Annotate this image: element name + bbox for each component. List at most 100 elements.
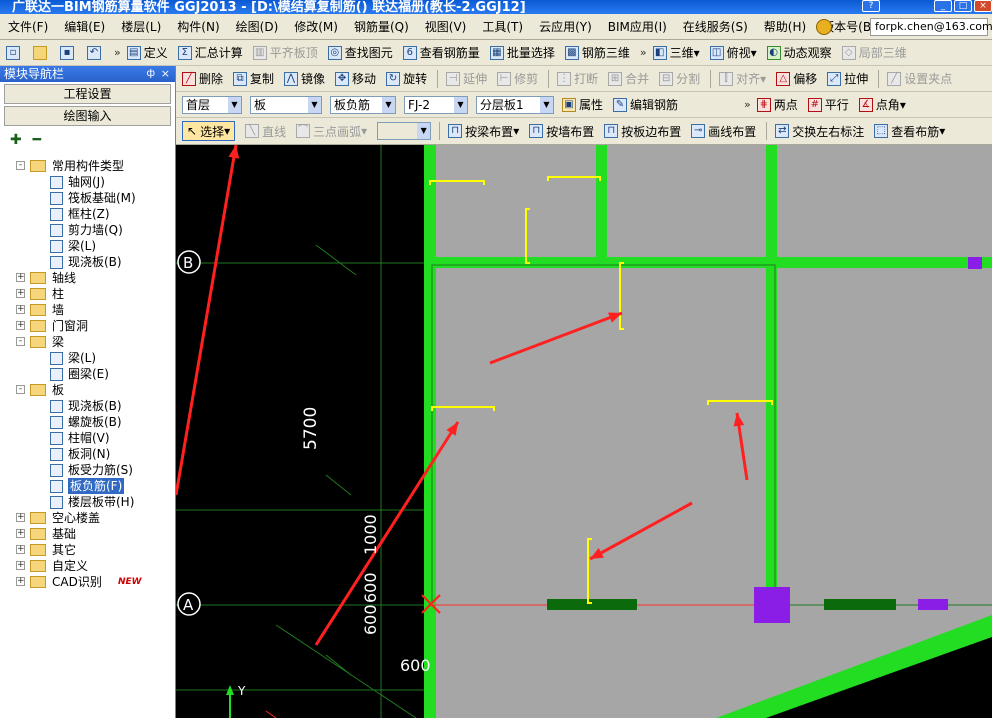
break-button[interactable]: ⋮ 打断 <box>557 70 598 87</box>
mirror-button[interactable]: ⋀ 镜像 <box>284 70 325 87</box>
menu-edit[interactable]: 编辑(E) <box>64 18 105 35</box>
define-button[interactable]: ▤ 定义 <box>126 44 168 61</box>
draw-line-layout-button[interactable]: ⊸ 画线布置 <box>691 123 756 140</box>
project-settings-button[interactable]: 工程设置 <box>4 84 171 104</box>
category-select[interactable]: 板 ▼ <box>250 95 322 114</box>
by-slab-edge-button[interactable]: ⊓ 按板边布置 <box>604 123 681 140</box>
tree-item[interactable]: 柱帽(V) <box>0 430 170 446</box>
offset-button[interactable]: △ 偏移 <box>776 70 817 87</box>
tree-item[interactable]: 板洞(N) <box>0 446 170 462</box>
collapse-icon[interactable]: - <box>16 161 25 170</box>
menu-component[interactable]: 构件(N) <box>177 18 219 35</box>
drawing-input-button[interactable]: 绘图输入 <box>4 106 171 126</box>
menu-modify[interactable]: 修改(M) <box>294 18 338 35</box>
floor-select[interactable]: 首层 ▼ <box>182 95 242 114</box>
menu-floor[interactable]: 楼层(L) <box>121 18 161 35</box>
account-field[interactable]: forpk.chen@163.com <box>870 18 992 36</box>
open-file-button[interactable] <box>33 45 50 60</box>
tree-item[interactable]: + 柱 <box>0 286 170 302</box>
menu-view[interactable]: 视图(V) <box>425 18 467 35</box>
tree-item[interactable]: 螺旋板(B) <box>0 414 170 430</box>
tree-item[interactable]: + 轴线 <box>0 270 170 286</box>
tree-item[interactable]: + 空心楼盖 <box>0 510 170 526</box>
property-button[interactable]: ▣ 属性 <box>562 96 603 113</box>
menu-tools[interactable]: 工具(T) <box>482 18 523 35</box>
collapse-icon[interactable]: - <box>16 385 25 394</box>
menu-cloud[interactable]: 云应用(Y) <box>539 18 592 35</box>
move-button[interactable]: ✥ 移动 <box>335 70 376 87</box>
tree-item[interactable]: 现浇板(B) <box>0 254 170 270</box>
menu-rebar-quantity[interactable]: 钢筋量(Q) <box>354 18 409 35</box>
local-3d-button[interactable]: ◇ 局部三维 <box>841 44 907 61</box>
menu-bim[interactable]: BIM应用(I) <box>608 18 667 35</box>
expand-icon[interactable]: + <box>16 289 25 298</box>
close-icon[interactable]: × <box>161 66 170 82</box>
dynamic-observe-button[interactable]: ◐ 动态观察 <box>766 44 832 61</box>
expand-icon[interactable]: + <box>16 545 25 554</box>
close-icon[interactable]: × <box>974 0 992 12</box>
smiley-icon[interactable] <box>816 19 832 35</box>
tree-item[interactable]: + 自定义 <box>0 558 170 574</box>
align-button[interactable]: ⫿ 对齐 ▾ <box>719 70 766 87</box>
arc-button[interactable]: ⌒ 三点画弧 ▾ <box>296 123 367 140</box>
tree-item[interactable]: 剪力墙(Q) <box>0 222 170 238</box>
menu-file[interactable]: 文件(F) <box>8 18 48 35</box>
3d-view-button[interactable]: ◧ 三维 ▾ <box>652 44 700 61</box>
chevron-right-icon[interactable]: » <box>744 98 751 111</box>
expand-icon[interactable]: + <box>16 305 25 314</box>
parallel-button[interactable]: # 平行 <box>807 96 849 113</box>
tree-item[interactable]: + 门窗洞 <box>0 318 170 334</box>
collapse-icon[interactable]: - <box>16 337 25 346</box>
tree-item[interactable]: 圈梁(E) <box>0 366 170 382</box>
tree-item[interactable]: 轴网(J) <box>0 174 170 190</box>
expand-icon[interactable]: + <box>16 321 25 330</box>
help-icon[interactable]: ? <box>862 0 880 12</box>
cad-drawing[interactable]: BA57001000600600600Y <box>176 145 992 718</box>
by-wall-button[interactable]: ⊓ 按墙布置 <box>529 123 594 140</box>
view-rebar-qty-button[interactable]: 6 查看钢筋量 <box>402 44 480 61</box>
set-grip-button[interactable]: ╱ 设置夹点 <box>887 70 952 87</box>
new-file-button[interactable]: ▫ <box>6 45 23 60</box>
expand-all-icon[interactable]: ✚ <box>10 132 22 148</box>
edit-rebar-button[interactable]: ✎ 编辑钢筋 <box>613 96 678 113</box>
layer-select[interactable]: 分层板1 ▼ <box>476 95 554 114</box>
chevron-right-icon[interactable]: » <box>114 46 121 59</box>
drawing-canvas[interactable]: B A 5700 1000 600 600 600 Y <box>176 145 992 718</box>
minimize-icon[interactable]: _ <box>934 0 952 12</box>
rotate-button[interactable]: ↻ 旋转 <box>386 70 427 87</box>
delete-button[interactable]: ╱ 删除 <box>182 70 223 87</box>
extend-button[interactable]: ⊣ 延伸 <box>446 70 487 87</box>
pin-icon[interactable]: ф <box>146 66 155 82</box>
copy-button[interactable]: ⧉ 复制 <box>233 70 274 87</box>
tree-item[interactable]: 框柱(Z) <box>0 206 170 222</box>
expand-icon[interactable]: + <box>16 529 25 538</box>
tree-item[interactable]: -梁 <box>0 334 170 350</box>
tree-item[interactable]: + 基础 <box>0 526 170 542</box>
view-layout-button[interactable]: ⬚ 查看布筋 ▾ <box>874 123 945 140</box>
top-view-button[interactable]: ◫ 俯视 ▾ <box>709 44 757 61</box>
expand-icon[interactable]: + <box>16 273 25 282</box>
batch-select-button[interactable]: ▦ 批量选择 <box>489 44 555 61</box>
stretch-button[interactable]: ⤢ 拉伸 <box>827 70 868 87</box>
split-button[interactable]: ⊟ 分割 <box>659 70 700 87</box>
expand-icon[interactable]: + <box>16 561 25 570</box>
menu-online-service[interactable]: 在线服务(S) <box>683 18 748 35</box>
arc-option-select[interactable]: ▼ <box>377 122 432 140</box>
two-points-button[interactable]: ⋕ 两点 <box>756 96 798 113</box>
tree-item[interactable]: 板受力筋(S) <box>0 462 170 478</box>
tree-item[interactable]: 板负筋(F) <box>0 478 170 494</box>
tree-item[interactable]: 筏板基础(M) <box>0 190 170 206</box>
expand-icon[interactable]: + <box>16 577 25 586</box>
maximize-icon[interactable]: □ <box>954 0 972 12</box>
tree-item[interactable]: 梁(L) <box>0 238 170 254</box>
expand-icon[interactable]: + <box>16 513 25 522</box>
trim-button[interactable]: ⊢ 修剪 <box>497 70 538 87</box>
tree-item[interactable]: 楼层板带(H) <box>0 494 170 510</box>
summary-calc-button[interactable]: Σ 汇总计算 <box>177 44 243 61</box>
line-button[interactable]: ╲ 直线 <box>245 123 286 140</box>
tree-item[interactable]: 现浇板(B) <box>0 398 170 414</box>
by-beam-button[interactable]: ⊓ 按梁布置 ▾ <box>448 123 519 140</box>
point-angle-button[interactable]: ∡ 点角 ▾ <box>858 96 906 113</box>
component-name-select[interactable]: FJ-2 ▼ <box>404 95 468 114</box>
menu-draw[interactable]: 绘图(D) <box>236 18 279 35</box>
